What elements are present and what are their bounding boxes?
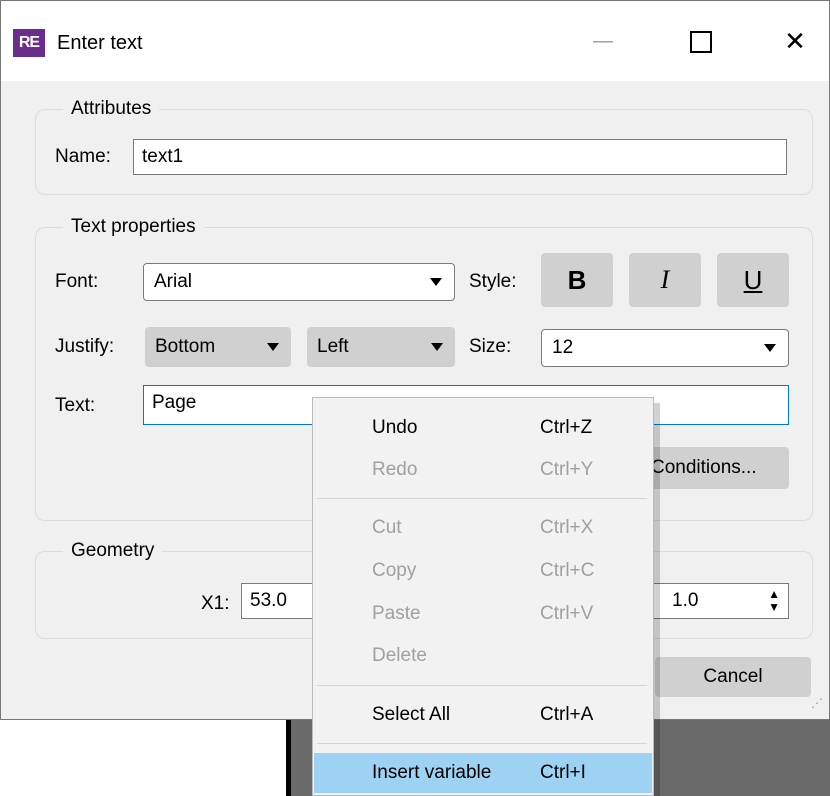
bold-button[interactable]: B — [541, 253, 613, 307]
justify-horizontal-value: Left — [317, 336, 349, 357]
resize-grip-icon[interactable]: ⋰ — [811, 697, 823, 709]
menu-item-shortcut: Ctrl+X — [540, 517, 594, 538]
minimize-button[interactable]: — — [573, 19, 633, 63]
italic-button[interactable]: I — [629, 253, 701, 307]
menu-item-label: Insert variable — [372, 762, 492, 783]
underline-button[interactable]: U — [717, 253, 789, 307]
menu-item-redo[interactable]: Redo Ctrl+Y — [314, 450, 652, 490]
menu-item-label: Paste — [372, 603, 421, 624]
menu-item-copy[interactable]: Copy Ctrl+C — [314, 551, 652, 591]
menu-item-shortcut: Ctrl+Y — [540, 459, 594, 480]
name-label: Name: — [55, 146, 111, 167]
menu-item-undo[interactable]: Undo Ctrl+Z — [314, 408, 652, 448]
x1-label: X1: — [201, 593, 230, 614]
close-icon: ✕ — [784, 26, 806, 56]
window-title: Enter text — [57, 32, 143, 54]
app-logo-icon: RE — [13, 29, 45, 57]
justify-vertical-select[interactable]: Bottom — [145, 327, 291, 367]
justify-vertical-value: Bottom — [155, 336, 216, 357]
chevron-down-icon — [267, 343, 279, 351]
menu-item-delete[interactable]: Delete — [314, 636, 652, 676]
attributes-group-title: Attributes — [63, 97, 160, 121]
font-label: Font: — [55, 271, 99, 292]
size-label: Size: — [469, 336, 512, 357]
menu-item-label: Redo — [372, 459, 418, 480]
menu-item-label: Cut — [372, 517, 402, 538]
close-button[interactable]: ✕ — [765, 19, 825, 63]
title-bar: RE Enter text — ✕ — [1, 1, 829, 81]
font-select-value: Arial — [154, 271, 193, 292]
menu-item-label: Select All — [372, 704, 451, 725]
maximize-icon — [690, 30, 712, 53]
menu-separator — [317, 743, 647, 744]
x1-input[interactable]: 53.0 — [241, 583, 321, 619]
menu-item-label: Delete — [372, 645, 427, 666]
menu-item-shortcut: Ctrl+I — [540, 762, 586, 783]
menu-item-select-all[interactable]: Select All Ctrl+A — [314, 695, 652, 735]
menu-item-cut[interactable]: Cut Ctrl+X — [314, 508, 652, 548]
justify-horizontal-select[interactable]: Left — [307, 327, 455, 367]
maximize-button[interactable] — [671, 19, 731, 63]
menu-separator — [317, 685, 647, 686]
menu-item-shortcut: Ctrl+A — [540, 704, 594, 725]
chevron-down-icon — [764, 344, 776, 352]
name-input[interactable]: text1 — [133, 139, 787, 175]
justify-label: Justify: — [55, 336, 115, 357]
style-label: Style: — [469, 271, 517, 292]
text-properties-group-title: Text properties — [63, 215, 204, 239]
size-select[interactable]: 12 — [541, 329, 789, 367]
chevron-down-icon — [431, 343, 443, 351]
context-menu: Undo Ctrl+Z Redo Ctrl+Y Cut Ctrl+X Copy … — [312, 397, 654, 796]
menu-item-label: Undo — [372, 417, 418, 438]
menu-item-label: Copy — [372, 560, 417, 581]
menu-item-insert-variable[interactable]: Insert variable Ctrl+I — [314, 753, 652, 793]
font-select[interactable]: Arial — [143, 263, 455, 301]
menu-item-paste[interactable]: Paste Ctrl+V — [314, 594, 652, 634]
geometry-value: 1.0 — [672, 590, 699, 611]
text-label: Text: — [55, 395, 96, 416]
size-select-value: 12 — [552, 337, 574, 358]
spinner-icon[interactable]: ▲ ▼ — [768, 588, 780, 614]
menu-item-shortcut: Ctrl+C — [540, 560, 595, 581]
geometry-group-title: Geometry — [63, 539, 163, 563]
chevron-down-icon — [430, 278, 442, 286]
menu-item-shortcut: Ctrl+Z — [540, 417, 593, 438]
cancel-button[interactable]: Cancel — [655, 657, 811, 697]
menu-item-shortcut: Ctrl+V — [540, 603, 594, 624]
menu-separator — [317, 498, 647, 499]
